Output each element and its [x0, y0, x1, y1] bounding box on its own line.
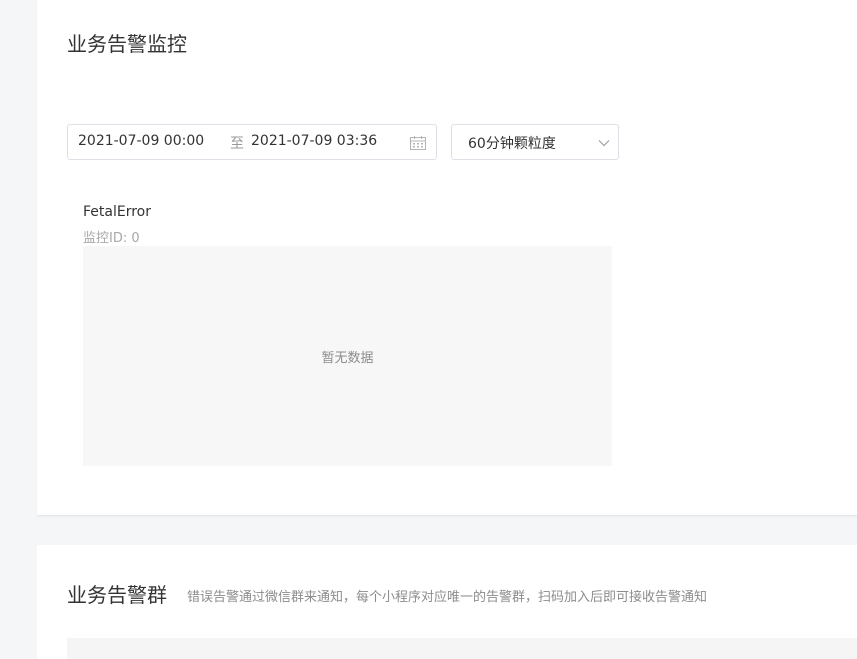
group-section-description: 错误告警通过微信群来通知，每个小程序对应唯一的告警群，扫码加入后即可接收告警通知 [187, 590, 708, 605]
granularity-select[interactable]: 60分钟颗粒度 [451, 124, 619, 160]
calendar-icon[interactable] [410, 136, 426, 150]
range-end-input[interactable]: 2021-07-09 03:36 [251, 133, 377, 149]
monitor-card: 业务告警监控 2021-07-09 00:00 至 2021-07-09 03:… [37, 0, 857, 516]
range-start-input[interactable]: 2021-07-09 00:00 [78, 133, 204, 149]
alert-group-list [67, 638, 857, 659]
monitor-name: FetalError [83, 204, 151, 220]
monitor-id: 监控ID: 0 [83, 231, 140, 246]
empty-state-text: 暂无数据 [321, 351, 374, 366]
date-range-picker[interactable]: 2021-07-09 00:00 至 2021-07-09 03:36 [67, 124, 437, 160]
group-section-title: 业务告警群 [67, 583, 167, 607]
range-separator: 至 [230, 136, 244, 152]
chevron-down-icon [598, 140, 610, 147]
monitor-chart-area: 暂无数据 [83, 246, 612, 466]
monitor-section-title: 业务告警监控 [67, 32, 187, 56]
granularity-value: 60分钟颗粒度 [468, 136, 556, 152]
alert-group-card: 业务告警群 错误告警通过微信群来通知，每个小程序对应唯一的告警群，扫码加入后即可… [37, 545, 857, 659]
